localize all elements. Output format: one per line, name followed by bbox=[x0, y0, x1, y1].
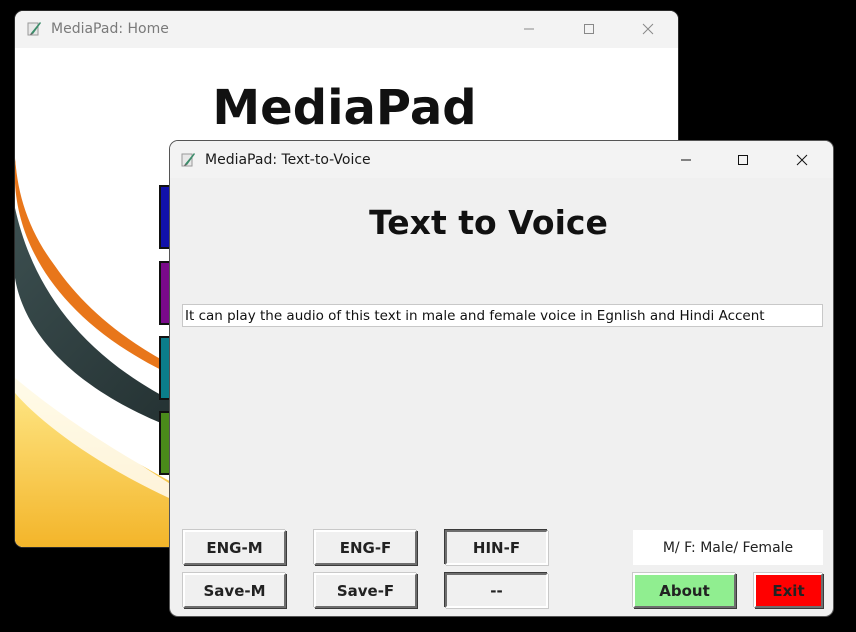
eng-male-button[interactable]: ENG-M bbox=[183, 530, 286, 565]
text-to-voice-window-title: MediaPad: Text-to-Voice bbox=[205, 152, 371, 168]
blank-button[interactable]: -- bbox=[445, 573, 548, 608]
close-button[interactable] bbox=[625, 13, 671, 45]
maximize-icon bbox=[738, 155, 748, 165]
home-app-title: MediaPad bbox=[212, 80, 477, 136]
gender-legend-label: M/ F: Male/ Female bbox=[633, 530, 823, 565]
home-window-title: MediaPad: Home bbox=[51, 21, 169, 37]
maximize-button[interactable] bbox=[720, 144, 766, 176]
close-icon bbox=[796, 154, 808, 166]
eng-female-button[interactable]: ENG-F bbox=[314, 530, 417, 565]
minimize-button[interactable] bbox=[506, 13, 552, 45]
exit-button[interactable]: Exit bbox=[754, 573, 823, 608]
text-to-voice-window[interactable]: MediaPad: Text-to-Voice Text to Voice EN… bbox=[170, 141, 833, 616]
text-input[interactable] bbox=[182, 304, 823, 327]
hin-female-button[interactable]: HIN-F bbox=[445, 530, 548, 565]
minimize-button[interactable] bbox=[663, 144, 709, 176]
save-male-button[interactable]: Save-M bbox=[183, 573, 286, 608]
minimize-icon bbox=[524, 28, 534, 30]
maximize-button[interactable] bbox=[566, 13, 612, 45]
text-to-voice-titlebar[interactable]: MediaPad: Text-to-Voice bbox=[170, 141, 833, 178]
close-icon bbox=[642, 23, 654, 35]
feather-pen-icon bbox=[181, 152, 196, 167]
about-button[interactable]: About bbox=[633, 573, 736, 608]
close-button[interactable] bbox=[779, 144, 825, 176]
page-title: Text to Voice bbox=[369, 203, 608, 242]
feather-pen-icon bbox=[27, 21, 42, 36]
home-titlebar[interactable]: MediaPad: Home bbox=[15, 11, 678, 48]
minimize-icon bbox=[681, 159, 691, 161]
save-female-button[interactable]: Save-F bbox=[314, 573, 417, 608]
maximize-icon bbox=[584, 24, 594, 34]
